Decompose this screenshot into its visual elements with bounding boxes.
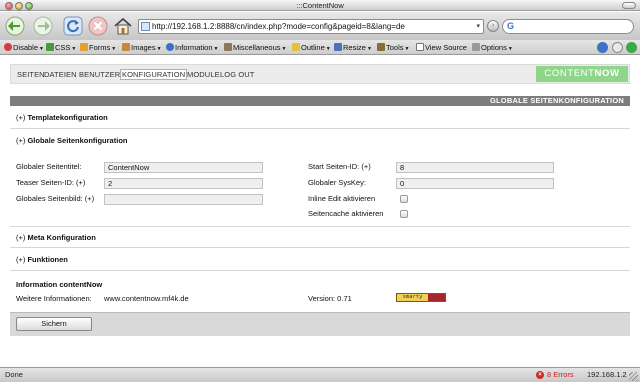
- go-button[interactable]: ›: [487, 20, 499, 32]
- dev-disable-menu[interactable]: Disable▼: [4, 42, 44, 53]
- back-arrow-icon[interactable]: [5, 16, 25, 36]
- smarty-badge-mark: [428, 294, 445, 301]
- info-title: Information contentNow: [16, 280, 103, 289]
- inline-edit-label: Inline Edit aktivieren: [308, 194, 376, 203]
- zoom-window-button[interactable]: [25, 2, 33, 10]
- dev-miscellaneous-menu[interactable]: Miscellaneous▼: [224, 42, 286, 53]
- contentnow-logo: CONTENTNOW: [536, 66, 628, 82]
- forward-arrow-icon[interactable]: [33, 16, 53, 36]
- status-text: Done: [5, 370, 23, 379]
- nav-module[interactable]: MODULE: [187, 70, 220, 79]
- expand-toggle: (+): [16, 255, 26, 264]
- web-developer-toolbar: Disable▼ CSS▼ Forms▼ Images▼ Information…: [0, 40, 640, 55]
- info-link[interactable]: www.contentnow.mf4k.de: [104, 294, 189, 303]
- css-validation-icon[interactable]: [612, 42, 623, 53]
- tools-icon: [377, 43, 385, 51]
- accordion-funktionen[interactable]: (+) Funktionen: [10, 249, 630, 271]
- view-source-icon: [416, 43, 424, 51]
- error-count[interactable]: 8 Errors: [547, 368, 574, 382]
- stop-icon[interactable]: [88, 16, 108, 36]
- window-titlebar: :::ContentNow: [0, 0, 640, 11]
- disable-icon: [4, 43, 12, 51]
- css-icon: [46, 43, 54, 51]
- nav-benutzer[interactable]: BENUTZER: [79, 70, 120, 79]
- toolbar-toggle-button[interactable]: [622, 2, 636, 9]
- syskey-label: Globaler SysKey:: [308, 178, 366, 187]
- config-panel: GLOBALE SEITENKONFIGURATION (+) Template…: [10, 96, 630, 336]
- dev-forms-menu[interactable]: Forms▼: [80, 42, 116, 53]
- images-icon: [122, 43, 130, 51]
- dev-view-source-button[interactable]: View Source: [416, 42, 467, 53]
- dev-resize-menu[interactable]: Resize▼: [334, 42, 372, 53]
- version-text: Version: 0.71: [308, 294, 352, 303]
- site-favicon-icon: [141, 22, 150, 31]
- close-window-button[interactable]: [5, 2, 13, 10]
- dev-information-menu[interactable]: Information▼: [166, 42, 218, 53]
- navigation-toolbar: http://192.168.1.2:8888/cn/index.php?mod…: [0, 12, 640, 40]
- web-page: SEITEN DATEIEN BENUTZER KONFIGURATION MO…: [0, 56, 640, 367]
- syskey-field[interactable]: 0: [396, 178, 554, 189]
- error-icon[interactable]: ×: [536, 371, 544, 379]
- seitenbild-field[interactable]: [104, 194, 263, 205]
- accordion-templatekonfiguration[interactable]: (+) Templatekonfiguration: [10, 107, 630, 129]
- accordion-globale-seitenkonfiguration[interactable]: (+) Globale Seitenkonfiguration: [10, 130, 630, 152]
- miscellaneous-icon: [224, 43, 232, 51]
- status-ok-icon[interactable]: [626, 42, 637, 53]
- nav-seiten[interactable]: SEITEN: [17, 70, 45, 79]
- options-icon: [472, 43, 480, 51]
- seitentitel-field[interactable]: ContentNow: [104, 162, 263, 173]
- section-title: GLOBALE SEITENKONFIGURATION: [10, 96, 630, 106]
- reload-icon[interactable]: [63, 16, 83, 36]
- minimize-window-button[interactable]: [15, 2, 23, 10]
- forms-icon: [80, 43, 88, 51]
- chevron-down-icon[interactable]: ▾: [476, 20, 480, 33]
- outline-icon: [292, 43, 300, 51]
- teaser-seiten-id-label: Teaser Seiten-ID: (+): [16, 178, 86, 187]
- dev-outline-menu[interactable]: Outline▼: [292, 42, 331, 53]
- dev-css-menu[interactable]: CSS▼: [46, 42, 76, 53]
- dev-tools-menu[interactable]: Tools▼: [377, 42, 409, 53]
- start-seiten-id-field[interactable]: 8: [396, 162, 554, 173]
- validation-icon[interactable]: [597, 42, 608, 53]
- expand-toggle: (+): [16, 113, 26, 122]
- start-seiten-id-label: Start Seiten-ID: (+): [308, 162, 371, 171]
- address-bar-url: http://192.168.1.2:8888/cn/index.php?mod…: [152, 22, 405, 31]
- site-nav: SEITEN DATEIEN BENUTZER KONFIGURATION MO…: [10, 64, 630, 84]
- accordion-heading: Globale Seitenkonfiguration: [27, 136, 128, 145]
- resize-grip-icon[interactable]: [629, 372, 638, 381]
- smarty-badge[interactable]: smarty: [396, 293, 446, 302]
- google-search-icon: G: [507, 21, 515, 31]
- home-icon[interactable]: [113, 16, 133, 36]
- information-icon: [166, 43, 174, 51]
- accordion-heading: Meta Konfiguration: [27, 233, 96, 242]
- dev-images-menu[interactable]: Images▼: [122, 42, 162, 53]
- address-bar[interactable]: http://192.168.1.2:8888/cn/index.php?mod…: [138, 19, 484, 34]
- search-input[interactable]: G: [502, 19, 634, 34]
- seitencache-label: Seitencache aktivieren: [308, 209, 384, 218]
- resize-icon: [334, 43, 342, 51]
- seitenbild-label: Globales Seitenbild: (+): [16, 194, 95, 203]
- accordion-heading: Templatekonfiguration: [27, 113, 108, 122]
- nav-logout[interactable]: LOG OUT: [220, 70, 254, 79]
- accordion-meta-konfiguration[interactable]: (+) Meta Konfiguration: [10, 226, 630, 248]
- seitentitel-label: Globaler Seitentitel:: [16, 162, 82, 171]
- expand-toggle: (+): [16, 233, 26, 242]
- seitencache-checkbox[interactable]: [400, 210, 408, 218]
- window-title: :::ContentNow: [296, 1, 344, 10]
- nav-konfiguration[interactable]: KONFIGURATION: [120, 69, 188, 80]
- info-label: Weitere Informationen:: [16, 294, 92, 303]
- expand-toggle: (+): [16, 136, 26, 145]
- inline-edit-checkbox[interactable]: [400, 195, 408, 203]
- teaser-seiten-id-field[interactable]: 2: [104, 178, 263, 189]
- server-ip: 192.168.1.2: [587, 370, 627, 379]
- status-bar: Done × 8 Errors 192.168.1.2: [0, 367, 640, 382]
- smarty-badge-text: smarty: [397, 294, 428, 301]
- save-button[interactable]: Sichern: [16, 317, 92, 331]
- accordion-heading: Funktionen: [27, 255, 68, 264]
- form-footer: Sichern: [10, 312, 630, 336]
- dev-options-menu[interactable]: Options▼: [472, 42, 513, 53]
- nav-dateien[interactable]: DATEIEN: [44, 70, 77, 79]
